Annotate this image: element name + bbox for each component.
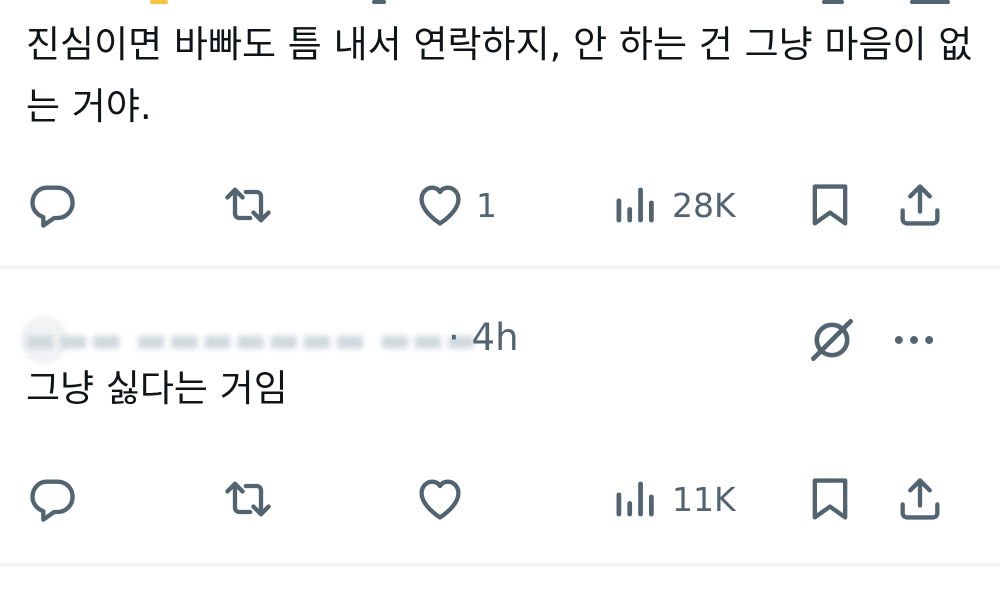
reply-button[interactable]	[26, 464, 88, 534]
divider	[0, 266, 1000, 269]
grok-icon[interactable]	[804, 312, 860, 368]
share-button[interactable]	[894, 170, 946, 240]
reply-icon	[30, 479, 75, 522]
reply-button[interactable]	[26, 170, 88, 240]
display-name-blurred[interactable]: ▬▬▬ ▬▬▬▬▬▬▬ ▬▬▬	[24, 320, 478, 360]
share-icon	[900, 184, 940, 226]
post-header: ▬▬▬ ▬▬▬▬▬▬▬ ▬▬▬ · 4h	[20, 310, 980, 366]
bookmark-button[interactable]	[804, 464, 856, 534]
views-count: 11K	[672, 479, 736, 519]
more-icon-remnant	[910, 0, 950, 4]
views-button[interactable]: 28K	[610, 170, 736, 240]
post[interactable]: ▬▬▬ ▬▬▬▬▬▬▬ ▬▬▬ · 4h 그냥 싫다는 거임 11K	[0, 270, 1000, 566]
post-text: 진심이면 바빠도 틈 내서 연락하지, 안 하는 건 그냥 마음이 없는 거야.	[26, 23, 973, 128]
timeline: 진심이면 바빠도 틈 내서 연락하지, 안 하는 건 그냥 마음이 없는 거야.	[0, 0, 1000, 604]
repost-button[interactable]	[222, 464, 284, 534]
action-bar: 11K	[0, 464, 1000, 534]
heart-icon	[419, 185, 461, 226]
action-bar: 1 28K	[0, 170, 1000, 240]
share-icon	[900, 478, 940, 520]
header-remnant	[372, 0, 386, 4]
views-button[interactable]: 11K	[610, 464, 736, 534]
views-icon	[616, 187, 654, 223]
like-button[interactable]: 1	[414, 170, 497, 240]
post-timestamp[interactable]: · 4h	[448, 316, 519, 359]
reply-icon	[30, 185, 75, 228]
more-icon[interactable]	[886, 312, 942, 368]
repost-icon	[225, 481, 271, 517]
bookmark-button[interactable]	[804, 170, 856, 240]
like-button[interactable]	[414, 464, 476, 534]
badge-remnant	[150, 0, 168, 4]
share-button[interactable]	[894, 464, 946, 534]
post-text: 그냥 싫다는 거임	[26, 367, 288, 410]
views-count: 28K	[672, 185, 736, 225]
like-count: 1	[476, 185, 497, 225]
post[interactable]: 진심이면 바빠도 틈 내서 연락하지, 안 하는 건 그냥 마음이 없는 거야.	[0, 0, 1000, 268]
bookmark-icon	[812, 184, 848, 226]
divider	[0, 563, 1000, 566]
bookmark-icon	[812, 478, 848, 520]
repost-icon	[225, 187, 271, 223]
views-icon	[616, 481, 654, 517]
heart-icon	[419, 479, 461, 520]
grok-icon-remnant	[822, 0, 844, 4]
repost-button[interactable]	[222, 170, 284, 240]
